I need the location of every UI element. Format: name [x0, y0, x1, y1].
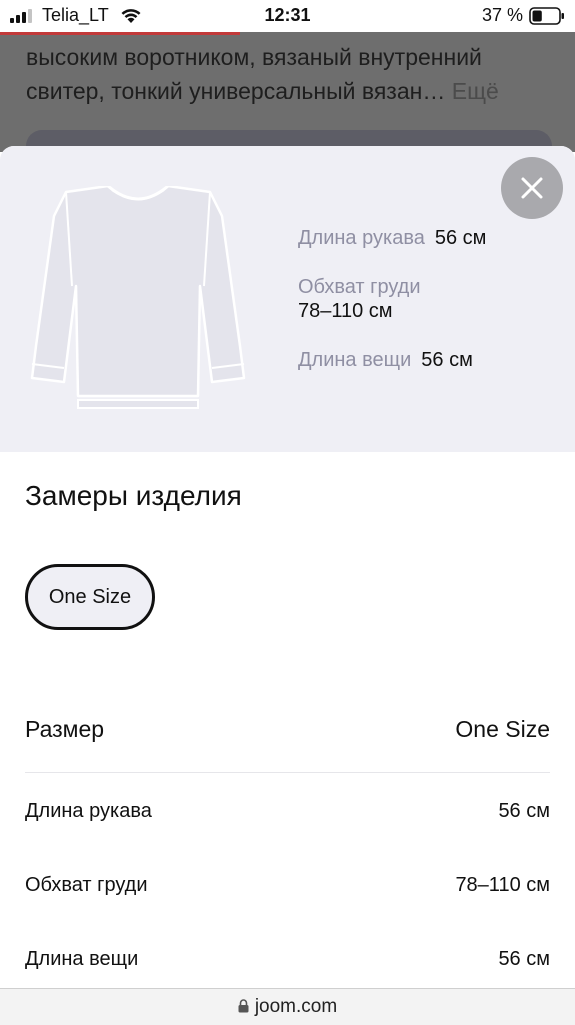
sweater-icon	[30, 186, 246, 409]
close-button[interactable]	[501, 157, 563, 219]
description-line: высоким воротником, вязаный внутренний	[26, 44, 482, 70]
measurement-value: 56 см	[421, 349, 473, 371]
measurement-value: 78–110 см	[298, 300, 393, 322]
url-text: joom.com	[254, 996, 338, 1017]
more-link[interactable]: Ещё	[452, 78, 499, 104]
description-text: свитер, тонкий универсальный вязан…	[26, 78, 446, 104]
lock-icon	[238, 999, 249, 1013]
row-value: 78–110 см	[455, 874, 550, 896]
table-header-size: Размер	[25, 716, 105, 742]
battery-percent: 37 %	[481, 5, 523, 25]
measurement-chest: Обхват груди 78–110 см	[298, 275, 421, 323]
measurement-length: Длина вещи 56 см	[298, 348, 473, 372]
row-label: Обхват груди	[25, 874, 148, 896]
row-value: 56 см	[498, 948, 550, 970]
background-product-page: высоким воротником, вязаный внутренний с…	[0, 32, 575, 152]
measurement-label: Обхват груди	[298, 276, 421, 298]
measurement-sleeve: Длина рукава 56 см	[298, 226, 486, 250]
battery-icon	[529, 7, 564, 25]
browser-url-bar[interactable]: joom.com	[0, 988, 575, 1025]
row-label: Длина вещи	[25, 948, 139, 970]
product-description: высоким воротником, вязаный внутренний с…	[26, 40, 546, 108]
background-accent-bar	[0, 32, 240, 35]
row-value: 56 см	[498, 800, 550, 822]
measurement-value: 56 см	[434, 227, 487, 249]
row-label: Длина рукава	[25, 800, 152, 822]
description-line-2: свитер, тонкий универсальный вязан… Ещё	[26, 74, 546, 108]
table-header-value: One Size	[455, 716, 550, 742]
measurement-hero: Длина рукава 56 см Обхват груди 78–110 см…	[0, 146, 575, 452]
size-chip-one-size[interactable]: One Size	[25, 564, 155, 630]
measurement-label: Длина рукава	[298, 227, 425, 249]
status-bar: Telia_LT 12:31 37 %	[0, 0, 575, 32]
close-icon	[521, 177, 543, 199]
size-chart-sheet: Длина рукава 56 см Обхват груди 78–110 см…	[0, 146, 575, 988]
measurement-label: Длина вещи	[298, 349, 412, 371]
section-title: Замеры изделия	[25, 480, 242, 511]
size-table-header: Размер One Size	[25, 712, 550, 773]
